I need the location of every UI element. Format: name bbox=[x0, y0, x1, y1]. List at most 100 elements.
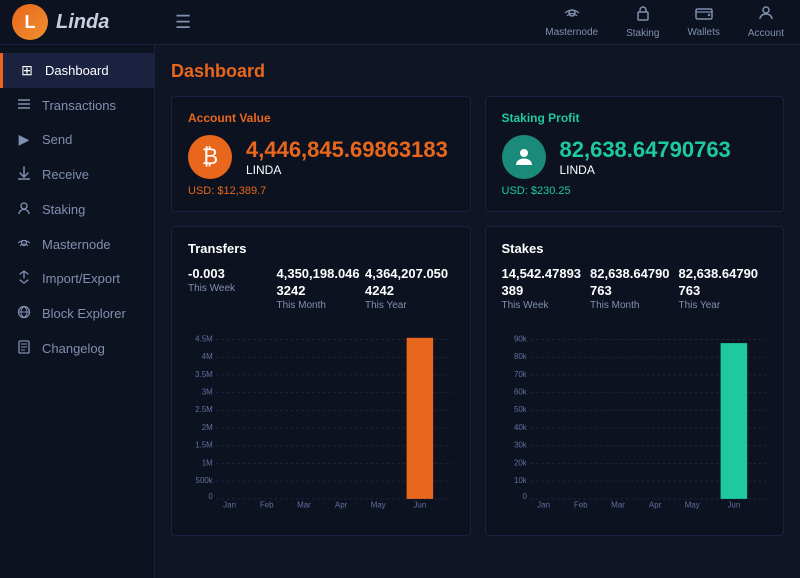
account-value-info: 4,446,845.69863183 LINDA bbox=[246, 137, 448, 177]
transfers-year-label: This Year bbox=[365, 300, 454, 311]
blockexplorer-icon bbox=[16, 305, 32, 322]
transfers-week-value: -0.003 bbox=[188, 266, 277, 283]
sidebar-item-label: Masternode bbox=[42, 237, 111, 252]
svg-text:0: 0 bbox=[522, 492, 527, 501]
sidebar-item-label: Send bbox=[42, 132, 72, 147]
sidebar: ⊞ Dashboard Transactions ▶ Send Receive … bbox=[0, 45, 155, 578]
transfers-stat-year: 4,364,207.0504242 This Year bbox=[365, 266, 454, 311]
staking-profit-title: Staking Profit bbox=[502, 111, 768, 125]
staking-label: Staking bbox=[626, 28, 659, 39]
svg-text:4M: 4M bbox=[202, 352, 213, 361]
stakes-week-label: This Week bbox=[502, 300, 591, 311]
sidebar-item-blockexplorer[interactable]: Block Explorer bbox=[0, 296, 154, 331]
transfers-month-value: 4,350,198.0463242 bbox=[277, 266, 366, 300]
menu-toggle[interactable]: ☰ bbox=[155, 12, 211, 33]
staking-sidebar-icon bbox=[16, 201, 32, 218]
transfers-week-label: This Week bbox=[188, 283, 277, 294]
account-value-title: Account Value bbox=[188, 111, 454, 125]
svg-text:0: 0 bbox=[208, 492, 213, 501]
svg-text:Feb: Feb bbox=[573, 501, 587, 510]
nav-account[interactable]: Account bbox=[748, 5, 784, 39]
sidebar-item-transactions[interactable]: Transactions bbox=[0, 88, 154, 122]
svg-text:3.5M: 3.5M bbox=[195, 370, 213, 379]
svg-text:70k: 70k bbox=[513, 370, 526, 379]
svg-text:40k: 40k bbox=[513, 423, 526, 432]
transfers-stat-week: -0.003 This Week bbox=[188, 266, 277, 311]
sidebar-item-changelog[interactable]: Changelog bbox=[0, 331, 154, 366]
staking-profit-usd: USD: $230.25 bbox=[502, 185, 768, 197]
sidebar-item-label: Staking bbox=[42, 202, 85, 217]
receive-icon bbox=[16, 166, 32, 183]
nav-staking[interactable]: Staking bbox=[626, 5, 659, 39]
staking-icon bbox=[636, 5, 650, 26]
svg-text:80k: 80k bbox=[513, 352, 526, 361]
cards-row: Account Value ₿ 4,446,845.69863183 LINDA… bbox=[171, 96, 784, 212]
header-nav: Masternode Staking Wallets Account bbox=[545, 5, 800, 39]
staking-profit-amount: 82,638.64790763 bbox=[560, 137, 731, 163]
header: L Linda ☰ Masternode Staking Wallets bbox=[0, 0, 800, 45]
transfers-stat-month: 4,350,198.0463242 This Month bbox=[277, 266, 366, 311]
sidebar-item-label: Receive bbox=[42, 167, 89, 182]
wallets-icon bbox=[695, 6, 713, 25]
logo-text: Linda bbox=[56, 11, 109, 34]
svg-text:Apr: Apr bbox=[335, 501, 348, 510]
stakes-chart-svg: 90k 80k 70k 60k 50k 40k 30k 20k 10k 0 bbox=[502, 321, 768, 521]
stakes-stats: 14,542.47893389 This Week 82,638.6479076… bbox=[502, 266, 768, 311]
account-value-unit: LINDA bbox=[246, 163, 448, 177]
layout: ⊞ Dashboard Transactions ▶ Send Receive … bbox=[0, 45, 800, 578]
stakes-month-value: 82,638.64790763 bbox=[590, 266, 679, 300]
account-value-card: Account Value ₿ 4,446,845.69863183 LINDA… bbox=[171, 96, 471, 212]
svg-text:Jun: Jun bbox=[413, 501, 426, 510]
importexport-icon bbox=[16, 270, 32, 287]
page-title: Dashboard bbox=[171, 61, 784, 82]
staking-profit-unit: LINDA bbox=[560, 163, 731, 177]
stakes-chart-card: Stakes 14,542.47893389 This Week 82,638.… bbox=[485, 226, 785, 536]
sidebar-item-receive[interactable]: Receive bbox=[0, 157, 154, 192]
svg-text:90k: 90k bbox=[513, 334, 526, 343]
stakes-week-value: 14,542.47893389 bbox=[502, 266, 591, 300]
svg-text:4.5M: 4.5M bbox=[195, 334, 213, 343]
svg-text:Feb: Feb bbox=[260, 501, 274, 510]
sidebar-item-send[interactable]: ▶ Send bbox=[0, 122, 154, 157]
dashboard-icon: ⊞ bbox=[19, 62, 35, 79]
account-label: Account bbox=[748, 28, 784, 39]
svg-text:Mar: Mar bbox=[297, 501, 311, 510]
svg-text:2M: 2M bbox=[202, 423, 213, 432]
account-icon bbox=[758, 5, 774, 26]
staking-profit-card: Staking Profit 82,638.64790763 LINDA USD… bbox=[485, 96, 785, 212]
svg-text:500k: 500k bbox=[196, 476, 213, 485]
sidebar-item-label: Changelog bbox=[42, 341, 105, 356]
transfers-chart-card: Transfers -0.003 This Week 4,350,198.046… bbox=[171, 226, 471, 536]
svg-text:Apr: Apr bbox=[648, 501, 661, 510]
transactions-icon bbox=[16, 97, 32, 113]
svg-text:10k: 10k bbox=[513, 476, 526, 485]
sidebar-item-label: Transactions bbox=[42, 98, 116, 113]
nav-wallets[interactable]: Wallets bbox=[687, 6, 719, 38]
logo-icon: L bbox=[12, 4, 48, 40]
main-content: Dashboard Account Value ₿ 4,446,845.6986… bbox=[155, 45, 800, 578]
sidebar-item-masternode[interactable]: Masternode bbox=[0, 227, 154, 261]
sidebar-item-importexport[interactable]: Import/Export bbox=[0, 261, 154, 296]
account-value-body: ₿ 4,446,845.69863183 LINDA bbox=[188, 135, 454, 179]
sidebar-item-staking[interactable]: Staking bbox=[0, 192, 154, 227]
masternode-label: Masternode bbox=[545, 27, 598, 38]
svg-text:1M: 1M bbox=[202, 458, 213, 467]
masternode-sidebar-icon bbox=[16, 236, 32, 252]
send-icon: ▶ bbox=[16, 131, 32, 148]
stakes-stat-month: 82,638.64790763 This Month bbox=[590, 266, 679, 311]
staking-profit-info: 82,638.64790763 LINDA bbox=[560, 137, 731, 177]
svg-text:30k: 30k bbox=[513, 440, 526, 449]
stakes-year-label: This Year bbox=[679, 300, 768, 311]
logo: L Linda bbox=[0, 4, 155, 40]
svg-text:3M: 3M bbox=[202, 387, 213, 396]
svg-text:Jan: Jan bbox=[537, 501, 550, 510]
nav-masternode[interactable]: Masternode bbox=[545, 6, 598, 38]
sidebar-item-label: Dashboard bbox=[45, 63, 109, 78]
svg-text:50k: 50k bbox=[513, 405, 526, 414]
svg-text:May: May bbox=[371, 501, 386, 510]
svg-text:1.5M: 1.5M bbox=[195, 440, 213, 449]
sidebar-item-label: Block Explorer bbox=[42, 306, 126, 321]
sidebar-item-dashboard[interactable]: ⊞ Dashboard bbox=[0, 53, 154, 88]
transfers-title: Transfers bbox=[188, 241, 454, 256]
svg-text:60k: 60k bbox=[513, 387, 526, 396]
